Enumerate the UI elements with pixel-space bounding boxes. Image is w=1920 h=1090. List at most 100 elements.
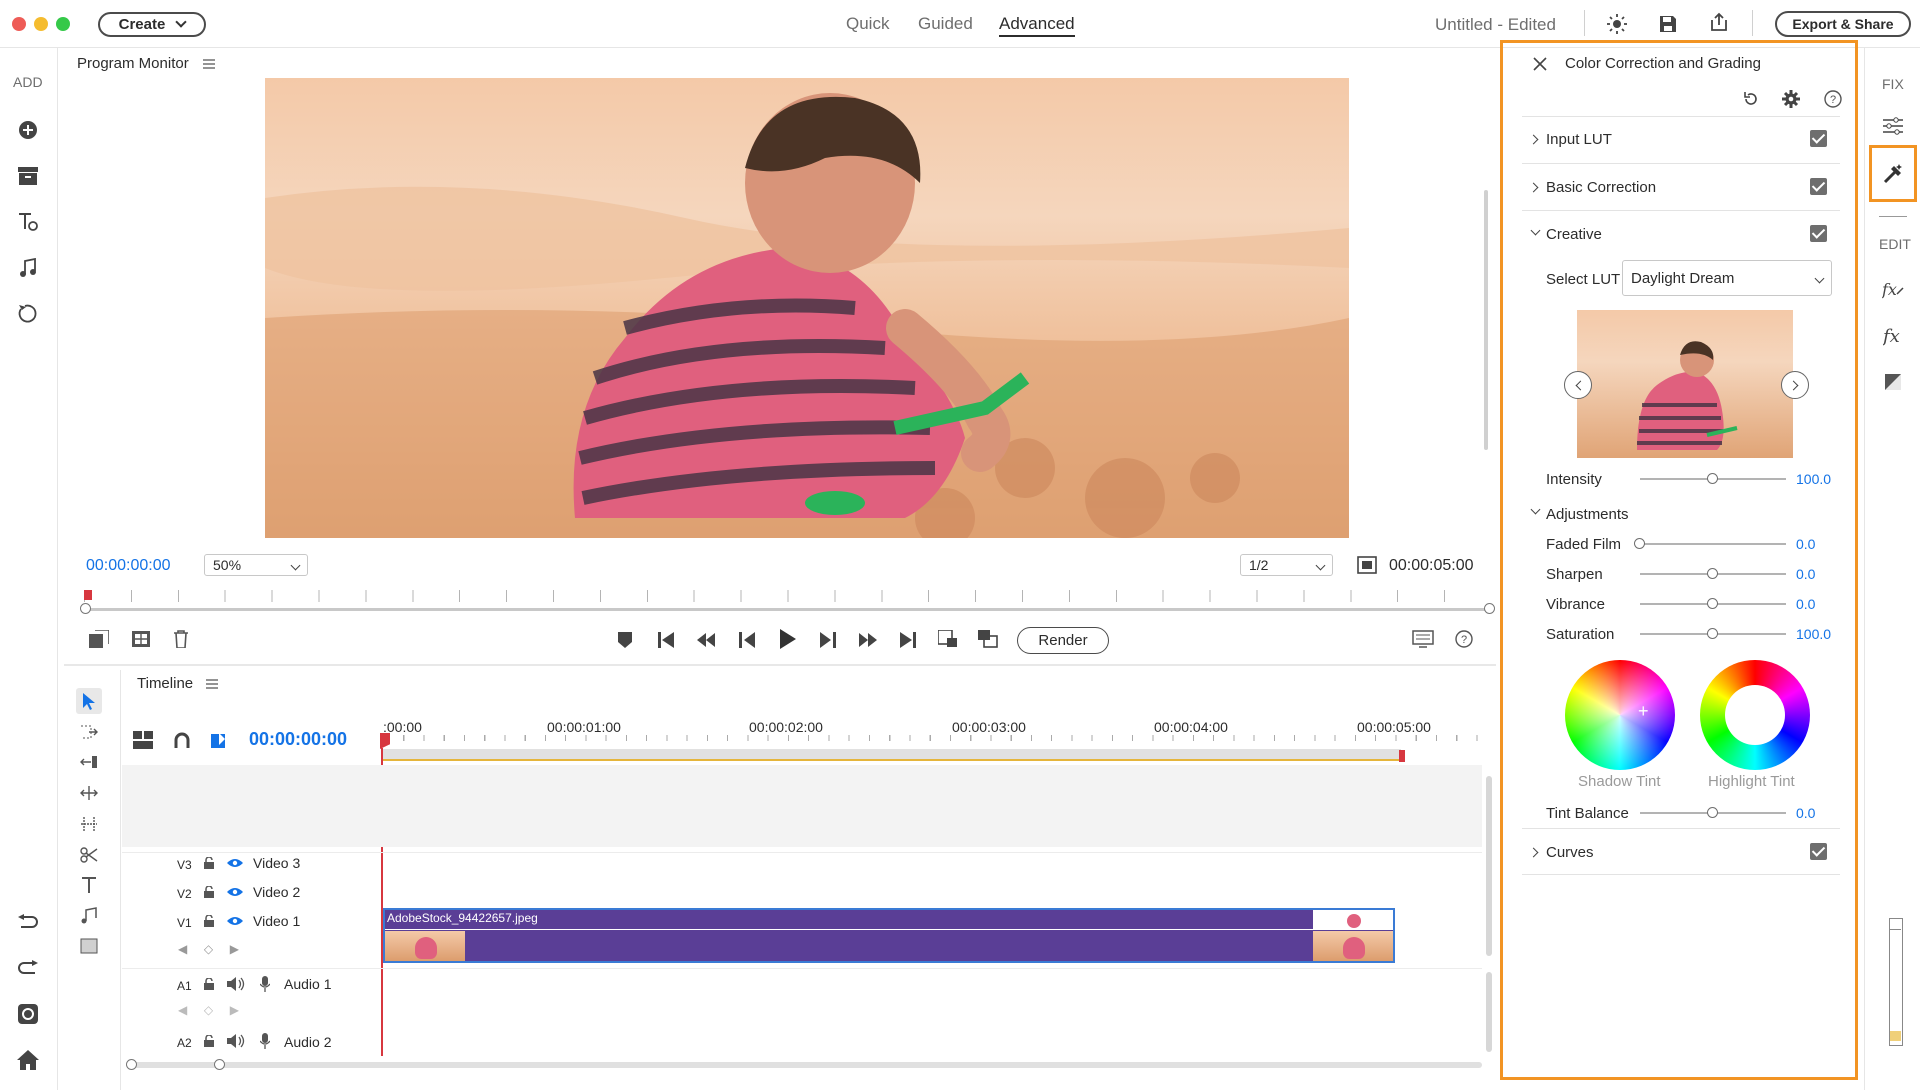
section-creative[interactable]: Creative [1522, 211, 1840, 258]
next-lut-button[interactable] [1781, 371, 1809, 399]
step-back-icon[interactable] [736, 629, 758, 651]
panel-menu-icon[interactable] [204, 676, 220, 692]
slip-tool-icon[interactable] [79, 814, 99, 834]
faded-film-slider-knob[interactable] [1634, 538, 1645, 549]
eye-icon[interactable] [226, 913, 244, 929]
highlight-tint-wheel[interactable] [1700, 660, 1810, 770]
fit-frame-icon[interactable] [1356, 555, 1378, 575]
add-media-icon[interactable] [16, 118, 40, 142]
section-adjustments[interactable]: Adjustments [1522, 500, 1840, 530]
shadow-tint-wheel[interactable]: + [1565, 660, 1675, 770]
curves-checkbox[interactable] [1810, 843, 1827, 860]
titles-icon[interactable] [16, 210, 40, 234]
go-to-end-icon[interactable] [897, 629, 919, 651]
lock-icon[interactable] [202, 855, 216, 871]
selection-tool-icon[interactable] [76, 688, 102, 714]
brightness-icon[interactable] [1605, 12, 1629, 36]
tint-balance-slider[interactable] [1640, 807, 1786, 818]
vibrance-slider-knob[interactable] [1707, 598, 1718, 609]
panel-menu-icon[interactable] [201, 56, 217, 72]
reset-icon[interactable] [1740, 88, 1762, 110]
work-area-end-marker[interactable] [1399, 750, 1405, 762]
help-icon[interactable]: ? [1453, 628, 1475, 650]
tint-crosshair-icon[interactable]: + [1638, 701, 1649, 722]
razor-icon[interactable] [79, 845, 99, 865]
input-lut-checkbox[interactable] [1810, 130, 1827, 147]
filmstrip-icon[interactable] [130, 628, 152, 650]
create-button[interactable]: Create [98, 12, 206, 37]
transitions-icon[interactable] [1881, 370, 1905, 394]
faded-film-slider[interactable] [1634, 538, 1786, 549]
tab-guided[interactable]: Guided [918, 14, 973, 34]
monitor-scrollbar[interactable] [1484, 190, 1488, 450]
monitor-scrubber[interactable] [80, 590, 1495, 618]
timeline-current-time[interactable]: 00:00:00:00 [249, 729, 347, 750]
saturation-value[interactable]: 100.0 [1796, 626, 1831, 642]
go-to-start-icon[interactable] [655, 629, 677, 651]
lock-icon[interactable] [202, 976, 216, 992]
delete-icon[interactable] [170, 628, 192, 650]
creative-checkbox[interactable] [1810, 225, 1827, 242]
track-select-icon[interactable] [79, 722, 99, 742]
rectangle-tool-icon[interactable] [79, 936, 99, 956]
microphone-icon[interactable] [258, 1032, 272, 1050]
save-icon[interactable] [1656, 12, 1680, 36]
program-monitor-preview[interactable] [265, 78, 1349, 538]
step-forward-icon[interactable] [817, 629, 839, 651]
section-input-lut[interactable]: Input LUT [1522, 116, 1840, 164]
freeze-frame-icon[interactable] [977, 628, 999, 650]
close-icon[interactable] [1529, 53, 1551, 75]
effects-icon[interactable]: fx [1881, 324, 1905, 348]
ripple-edit-icon[interactable] [79, 752, 99, 772]
lock-icon[interactable] [202, 884, 216, 900]
monitor-current-time[interactable]: 00:00:00:00 [86, 557, 171, 575]
play-icon[interactable] [776, 627, 800, 651]
archive-icon[interactable] [16, 164, 40, 188]
previous-edit-icon[interactable] [695, 629, 717, 651]
music-icon[interactable] [16, 256, 40, 280]
lut-dropdown[interactable]: Daylight Dream [1622, 260, 1832, 296]
faded-film-value[interactable]: 0.0 [1796, 536, 1815, 552]
undo-icon[interactable] [16, 910, 40, 934]
microphone-icon[interactable] [258, 975, 272, 993]
redo-icon[interactable] [16, 956, 40, 980]
color-correction-tool-icon[interactable] [1869, 145, 1917, 202]
applied-effects-icon[interactable]: fx [1881, 278, 1905, 302]
export-frame-icon[interactable] [937, 628, 959, 650]
saturation-slider[interactable] [1640, 628, 1786, 639]
render-button[interactable]: Render [1017, 627, 1109, 654]
organizer-icon[interactable] [16, 1002, 40, 1026]
playhead-marker[interactable] [84, 590, 92, 600]
eye-icon[interactable] [226, 884, 244, 900]
basic-correction-checkbox[interactable] [1810, 178, 1827, 195]
tab-advanced[interactable]: Advanced [999, 14, 1075, 37]
previous-lut-button[interactable] [1564, 371, 1592, 399]
scrub-end-knob[interactable] [1484, 603, 1495, 614]
eye-icon[interactable] [226, 855, 244, 871]
section-basic-correction[interactable]: Basic Correction [1522, 164, 1840, 211]
linked-selection-icon[interactable] [210, 730, 232, 752]
text-tool-icon[interactable] [79, 875, 99, 895]
close-window-button[interactable] [12, 17, 26, 31]
tab-quick[interactable]: Quick [846, 14, 889, 34]
add-marker-icon[interactable] [614, 629, 636, 651]
zoom-window-button[interactable] [56, 17, 70, 31]
sharpen-slider-knob[interactable] [1707, 568, 1718, 579]
timeline-ruler[interactable]: :00:00 00:00:01:00 00:00:02:00 00:00:03:… [383, 712, 1493, 762]
intensity-slider[interactable] [1640, 473, 1786, 484]
keyframe-nav-controls[interactable]: ◀ ◇ ▶ [178, 942, 239, 956]
share-icon[interactable] [1707, 10, 1731, 34]
speaker-icon[interactable] [226, 975, 246, 993]
gear-icon[interactable] [1780, 88, 1802, 110]
zoom-dropdown[interactable]: 50% [204, 554, 308, 576]
tint-balance-value[interactable]: 0.0 [1796, 805, 1815, 821]
fullscreen-monitor-icon[interactable] [1411, 628, 1435, 650]
tint-balance-slider-knob[interactable] [1707, 807, 1718, 818]
snap-magnet-icon[interactable] [171, 730, 193, 752]
timeline-vertical-scrollbar[interactable] [1486, 776, 1492, 1056]
speaker-icon[interactable] [226, 1032, 246, 1050]
next-edit-icon[interactable] [857, 629, 879, 651]
keyframe-nav-controls[interactable]: ◀ ◇ ▶ [178, 1003, 239, 1017]
track-layout-icon[interactable] [132, 729, 154, 751]
lock-icon[interactable] [202, 1033, 216, 1049]
